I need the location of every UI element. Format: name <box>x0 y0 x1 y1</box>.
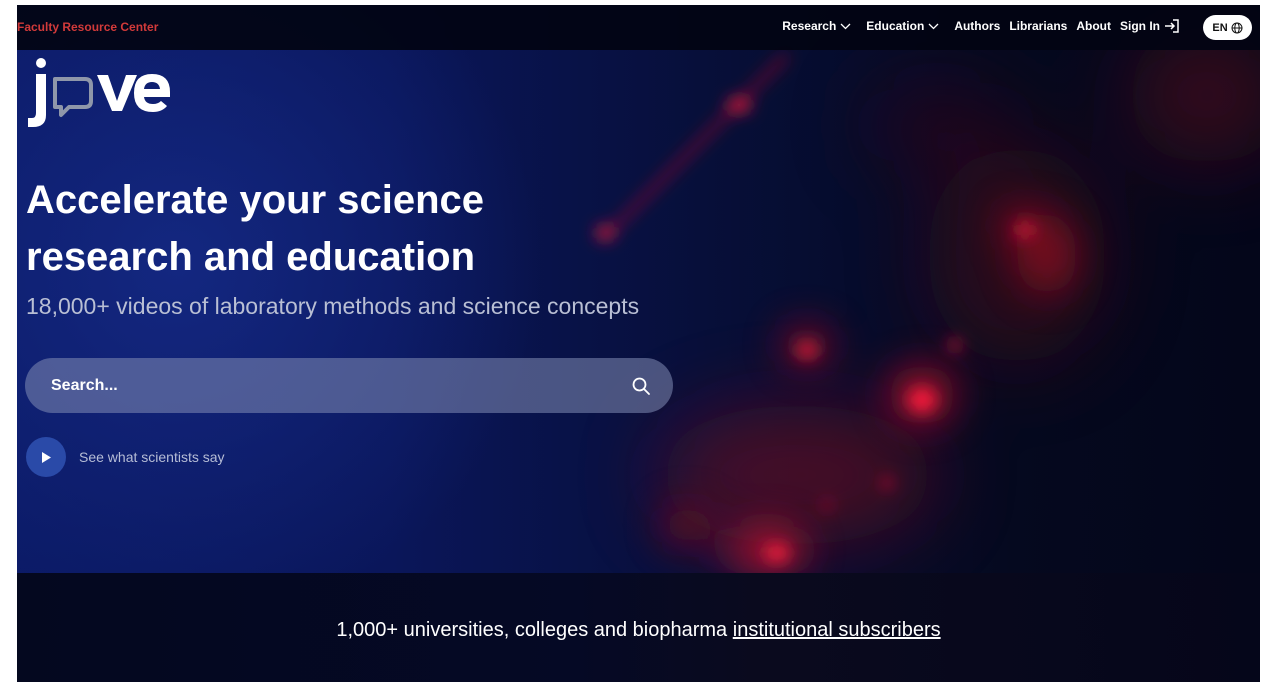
subscribers-text: 1,000+ universities, colleges and biopha… <box>17 619 1260 642</box>
sign-in-label: Sign In <box>1120 19 1160 33</box>
nav-librarians-label: Librarians <box>1009 19 1068 33</box>
main-nav: Research Education Authors Librarians Ab… <box>782 19 1180 33</box>
language-label: EN <box>1212 21 1228 34</box>
hero-headline-line-2: research and education <box>26 235 476 279</box>
see-what-scientists-say-link[interactable]: See what scientists say <box>26 437 225 477</box>
nav-research-label: Research <box>782 19 837 33</box>
sign-in-button[interactable]: Sign In <box>1120 19 1180 33</box>
nav-research[interactable]: Research <box>782 19 851 33</box>
nav-about-label: About <box>1076 19 1111 33</box>
search-input[interactable] <box>49 372 613 400</box>
jove-logo-icon <box>28 58 170 127</box>
nav-authors-label: Authors <box>954 19 1001 33</box>
top-navigation-bar: Faculty Resource Center Research Educati… <box>17 5 1260 50</box>
subscribers-band: 1,000+ universities, colleges and biopha… <box>17 573 1260 682</box>
nav-librarians[interactable]: Librarians <box>1009 19 1067 33</box>
globe-icon <box>1231 22 1243 33</box>
nav-education-label: Education <box>866 19 925 33</box>
play-icon <box>42 451 51 463</box>
hero-headline-line-1: Accelerate your science <box>26 178 485 222</box>
sign-in-icon <box>1165 19 1179 33</box>
nav-education[interactable]: Education <box>866 19 939 33</box>
search-icon[interactable] <box>631 376 651 396</box>
search-bar <box>25 358 673 413</box>
institutional-subscribers-link[interactable]: institutional subscribers <box>733 619 941 641</box>
nav-about[interactable]: About <box>1076 19 1111 33</box>
hero-section <box>17 5 1260 573</box>
chevron-down-icon <box>840 23 851 29</box>
language-selector[interactable]: EN <box>1203 15 1252 40</box>
page-frame: Faculty Resource Center Research Educati… <box>17 5 1260 682</box>
nav-authors[interactable]: Authors <box>954 19 1000 33</box>
hero-headline: Accelerate your science research and edu… <box>26 172 484 286</box>
chevron-down-icon <box>928 23 939 29</box>
play-button[interactable] <box>26 437 66 477</box>
faculty-resource-center-link[interactable]: Faculty Resource Center <box>17 20 158 34</box>
hero-background-image <box>596 25 1260 573</box>
see-what-scientists-say-label: See what scientists say <box>79 449 225 465</box>
hero-subheading: 18,000+ videos of laboratory methods and… <box>26 293 640 319</box>
subscribers-statement: 1,000+ universities, colleges and biopha… <box>336 619 728 641</box>
jove-logo[interactable] <box>25 55 175 131</box>
